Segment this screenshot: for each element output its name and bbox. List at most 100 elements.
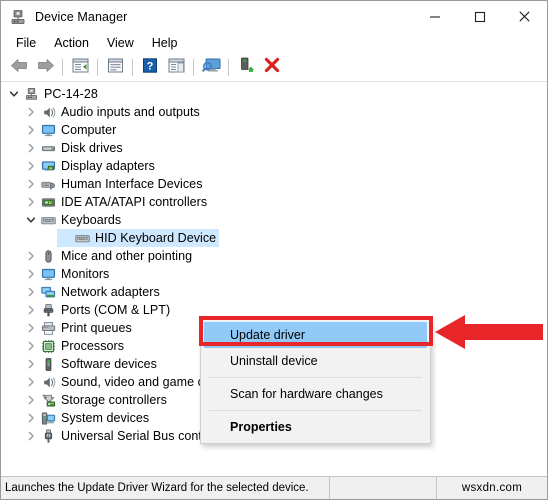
uninstall-device-button[interactable] — [259, 56, 285, 80]
device-tree-panel[interactable]: PC-14-28 Audio inputs and outputs Compute… — [1, 82, 547, 476]
context-menu[interactable]: Update driver Uninstall device Scan for … — [200, 319, 431, 444]
tree-item-audio-inputs-and-outputs[interactable]: Audio inputs and outputs — [6, 103, 547, 121]
tree-item-label: Storage controllers — [61, 393, 167, 407]
tree-item-ports-com-lpt[interactable]: Ports (COM & LPT) — [6, 301, 547, 319]
chevron-right-icon[interactable] — [23, 121, 39, 139]
tree-item-human-interface-devices[interactable]: Human Interface Devices — [6, 175, 547, 193]
tree-item-label: Disk drives — [61, 141, 123, 155]
chevron-right-icon[interactable] — [23, 409, 39, 427]
tree-item-computer[interactable]: Computer — [6, 121, 547, 139]
menu-help[interactable]: Help — [143, 34, 187, 52]
window-controls — [412, 1, 547, 32]
tree-row-inner: Display adapters — [23, 157, 155, 175]
toolbar-separator-5 — [228, 59, 229, 76]
chevron-right-icon[interactable] — [23, 157, 39, 175]
chevron-right-icon[interactable] — [23, 301, 39, 319]
processor-icon — [39, 338, 57, 354]
chevron-down-icon[interactable] — [6, 85, 22, 103]
toolbar-separator-4 — [193, 59, 194, 76]
tree-row-inner: Processors — [23, 337, 124, 355]
tree-item-display-adapters[interactable]: Display adapters — [6, 157, 547, 175]
chevron-right-icon[interactable] — [23, 427, 39, 445]
tree-item-mice-and-other-pointing[interactable]: Mice and other pointing — [6, 247, 547, 265]
toolbar-separator-3 — [132, 59, 133, 76]
show-hide-action-pane-button[interactable] — [163, 56, 189, 80]
mouse-icon — [39, 248, 57, 264]
back-button[interactable] — [6, 56, 32, 80]
tree-item-label: Ports (COM & LPT) — [61, 303, 171, 317]
computer-root-icon — [22, 86, 40, 102]
action-pane-icon — [168, 58, 185, 78]
tree-item-hid-keyboard-device[interactable]: HID Keyboard Device — [6, 229, 547, 247]
ctx-scan-hardware-changes[interactable]: Scan for hardware changes — [201, 381, 430, 407]
tree-row-inner: Network adapters — [23, 283, 160, 301]
properties-button[interactable] — [102, 56, 128, 80]
tree-item-label: IDE ATA/ATAPI controllers — [61, 195, 208, 209]
minimize-button[interactable] — [412, 1, 457, 32]
ctx-update-driver[interactable]: Update driver — [204, 322, 427, 348]
chevron-right-icon[interactable] — [23, 337, 39, 355]
chevron-right-icon[interactable] — [23, 175, 39, 193]
tree-row-inner: Print queues — [23, 319, 132, 337]
context-menu-separator-1 — [209, 377, 422, 378]
chevron-right-icon[interactable] — [23, 391, 39, 409]
chevron-down-icon[interactable] — [23, 211, 39, 229]
keyboard-icon — [39, 212, 57, 228]
tree-item-label: Monitors — [61, 267, 110, 281]
chevron-right-icon[interactable] — [23, 283, 39, 301]
tree-root-label: PC-14-28 — [44, 87, 98, 101]
status-watermark: wsxdn.com — [461, 482, 523, 494]
ctx-uninstall-device[interactable]: Uninstall device — [201, 348, 430, 374]
chevron-right-icon[interactable] — [23, 193, 39, 211]
maximize-button[interactable] — [457, 1, 502, 32]
tree-item-label: Computer — [61, 123, 117, 137]
toolbar: ? — [1, 54, 547, 82]
update-driver-button[interactable] — [233, 56, 259, 80]
tree-row-inner: Ports (COM & LPT) — [23, 301, 170, 319]
chevron-right-icon[interactable] — [23, 139, 39, 157]
chevron-right-icon[interactable] — [23, 373, 39, 391]
menu-action[interactable]: Action — [45, 34, 98, 52]
forward-button[interactable] — [32, 56, 58, 80]
device-manager-window: Device Manager File Action View Help ? P… — [0, 0, 548, 500]
tree-row-inner: PC-14-28 — [6, 85, 98, 103]
tree-item-monitors[interactable]: Monitors — [6, 265, 547, 283]
scan-hardware-changes-button[interactable] — [198, 56, 224, 80]
tree-item-keyboards[interactable]: Keyboards — [6, 211, 547, 229]
menu-file[interactable]: File — [7, 34, 45, 52]
tree-item-ide-ata-atapi-controllers[interactable]: IDE ATA/ATAPI controllers — [6, 193, 547, 211]
toolbar-separator-1 — [62, 59, 63, 76]
show-hide-console-tree-button[interactable] — [67, 56, 93, 80]
printer-icon — [39, 320, 57, 336]
tree-root-row[interactable]: PC-14-28 — [6, 85, 547, 103]
forward-arrow-icon — [36, 58, 55, 78]
speaker-icon — [39, 104, 57, 120]
chevron-right-icon[interactable] — [23, 247, 39, 265]
chevron-right-icon[interactable] — [23, 103, 39, 121]
tree-item-label: Display adapters — [61, 159, 155, 173]
keyboard-icon — [73, 230, 91, 246]
tree-item-label: Print queues — [61, 321, 132, 335]
tree-item-label: Mice and other pointing — [61, 249, 193, 263]
toolbar-separator-2 — [97, 59, 98, 76]
tree-item-network-adapters[interactable]: Network adapters — [6, 283, 547, 301]
monitor-icon — [39, 122, 57, 138]
system-device-icon — [39, 410, 57, 426]
chevron-right-icon[interactable] — [23, 265, 39, 283]
tree-item-label: Software devices — [61, 357, 157, 371]
tree-item-disk-drives[interactable]: Disk drives — [6, 139, 547, 157]
update-driver-icon — [238, 57, 254, 78]
chevron-right-icon[interactable] — [23, 319, 39, 337]
tree-row-inner: Audio inputs and outputs — [23, 103, 200, 121]
red-x-icon — [264, 57, 280, 78]
close-button[interactable] — [502, 1, 547, 32]
properties-window-icon — [107, 58, 124, 78]
disk-drive-icon — [39, 140, 57, 156]
ctx-properties[interactable]: Properties — [201, 414, 430, 440]
context-menu-separator-2 — [209, 410, 422, 411]
chevron-right-icon[interactable] — [23, 355, 39, 373]
help-button[interactable]: ? — [137, 56, 163, 80]
tree-item-label: Keyboards — [61, 213, 122, 227]
tree-item-label: Processors — [61, 339, 125, 353]
menu-view[interactable]: View — [98, 34, 143, 52]
